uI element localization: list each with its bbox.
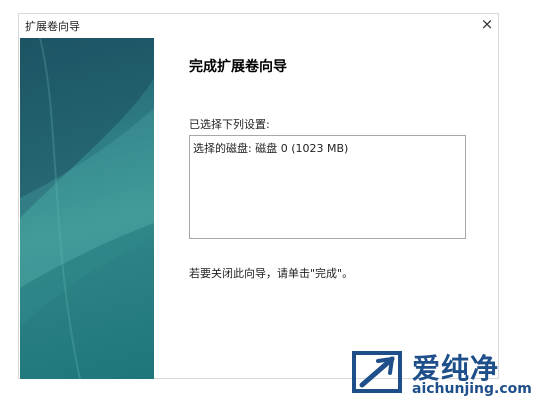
close-icon: × <box>480 15 494 33</box>
title-bar: 扩展卷向导 × <box>19 14 498 38</box>
window-title: 扩展卷向导 <box>25 20 80 33</box>
aichunjing-logo-icon <box>352 351 402 393</box>
banner-wave-graphic <box>20 38 154 379</box>
settings-summary-text: 选择的磁盘: 磁盘 0 (1023 MB) <box>193 142 349 155</box>
close-instruction-text: 若要关闭此向导，请单击"完成"。 <box>189 267 354 280</box>
wizard-side-banner <box>20 38 154 379</box>
settings-label: 已选择下列设置: <box>189 118 270 131</box>
wizard-window: 扩展卷向导 × 完成扩展卷向导 已选择下列设置: 选择的磁盘: 磁盘 0 (10… <box>18 13 499 379</box>
page-title: 完成扩展卷向导 <box>189 59 287 75</box>
close-button[interactable]: × <box>478 15 496 33</box>
watermark: 爱纯净 aichunjing.com <box>342 347 542 402</box>
settings-summary-box[interactable]: 选择的磁盘: 磁盘 0 (1023 MB) <box>189 135 466 239</box>
wizard-content: 完成扩展卷向导 已选择下列设置: 选择的磁盘: 磁盘 0 (1023 MB) 若… <box>154 38 498 378</box>
watermark-url: aichunjing.com <box>412 381 532 397</box>
